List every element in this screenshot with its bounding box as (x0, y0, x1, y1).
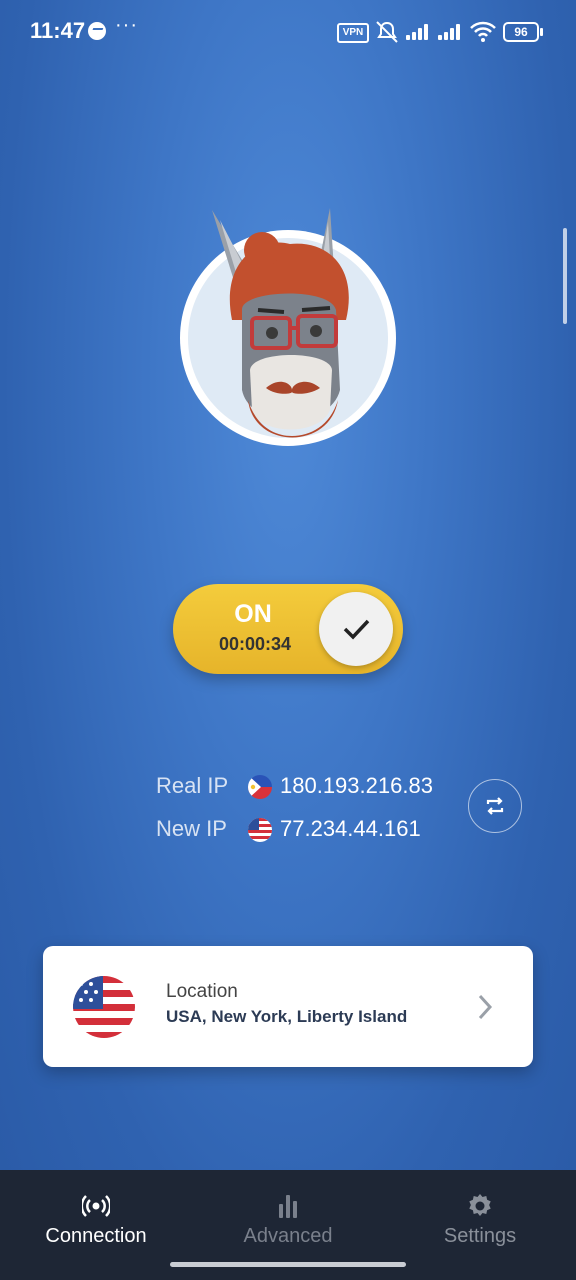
more-notifications-icon: ··· (115, 14, 138, 36)
signal-icon (438, 22, 464, 40)
real-ip-label: Real IP (156, 773, 229, 798)
real-ip-row: Real IP 180.193.216.83 (150, 773, 450, 803)
real-ip-value: 180.193.216.83 (280, 773, 433, 798)
vpn-icon: VPN (337, 23, 369, 43)
connection-toggle[interactable]: ON 00:00:34 (173, 584, 403, 674)
connection-timer: 00:00:34 (218, 634, 292, 654)
signal-icon (406, 22, 432, 40)
nav-advanced[interactable]: Advanced (192, 1170, 384, 1270)
nav-settings-label: Settings (443, 1225, 517, 1247)
bar-chart-icon (279, 1195, 297, 1218)
usa-flag-icon (248, 818, 272, 842)
wifi-icon (470, 20, 496, 47)
gear-icon (469, 1194, 491, 1216)
clock: 11:47 (30, 18, 86, 43)
location-value: USA, New York, Liberty Island (166, 1007, 408, 1026)
donkey-mascot-icon (212, 208, 349, 438)
mute-bell-icon (374, 20, 400, 49)
nav-advanced-label: Advanced (243, 1225, 333, 1247)
mascot-avatar (180, 208, 396, 446)
battery-icon: 96 (503, 22, 543, 42)
toggle-knob[interactable] (319, 592, 393, 666)
messenger-icon (88, 22, 106, 40)
checkmark-icon (343, 619, 370, 640)
nav-settings[interactable]: Settings (384, 1170, 576, 1270)
usa-flag-icon (73, 976, 135, 1038)
nav-connection[interactable]: Connection (0, 1170, 192, 1270)
connection-state-label: ON (234, 600, 272, 628)
philippines-flag-icon (248, 775, 272, 799)
scrollbar[interactable] (563, 228, 567, 324)
new-ip-label: New IP (156, 816, 227, 841)
repeat-icon (486, 797, 504, 815)
chevron-right-icon (478, 994, 493, 1020)
change-ip-button[interactable] (468, 779, 522, 833)
status-bar: 11:47 ··· VPN 96 (0, 0, 576, 64)
new-ip-value: 77.234.44.161 (280, 816, 421, 841)
location-label: Location (166, 981, 238, 1002)
location-selector[interactable]: Location USA, New York, Liberty Island (43, 946, 533, 1067)
new-ip-row: New IP 77.234.44.161 (150, 816, 450, 846)
nav-connection-label: Connection (45, 1225, 147, 1247)
broadcast-icon (82, 1195, 110, 1217)
home-indicator[interactable] (170, 1262, 406, 1267)
